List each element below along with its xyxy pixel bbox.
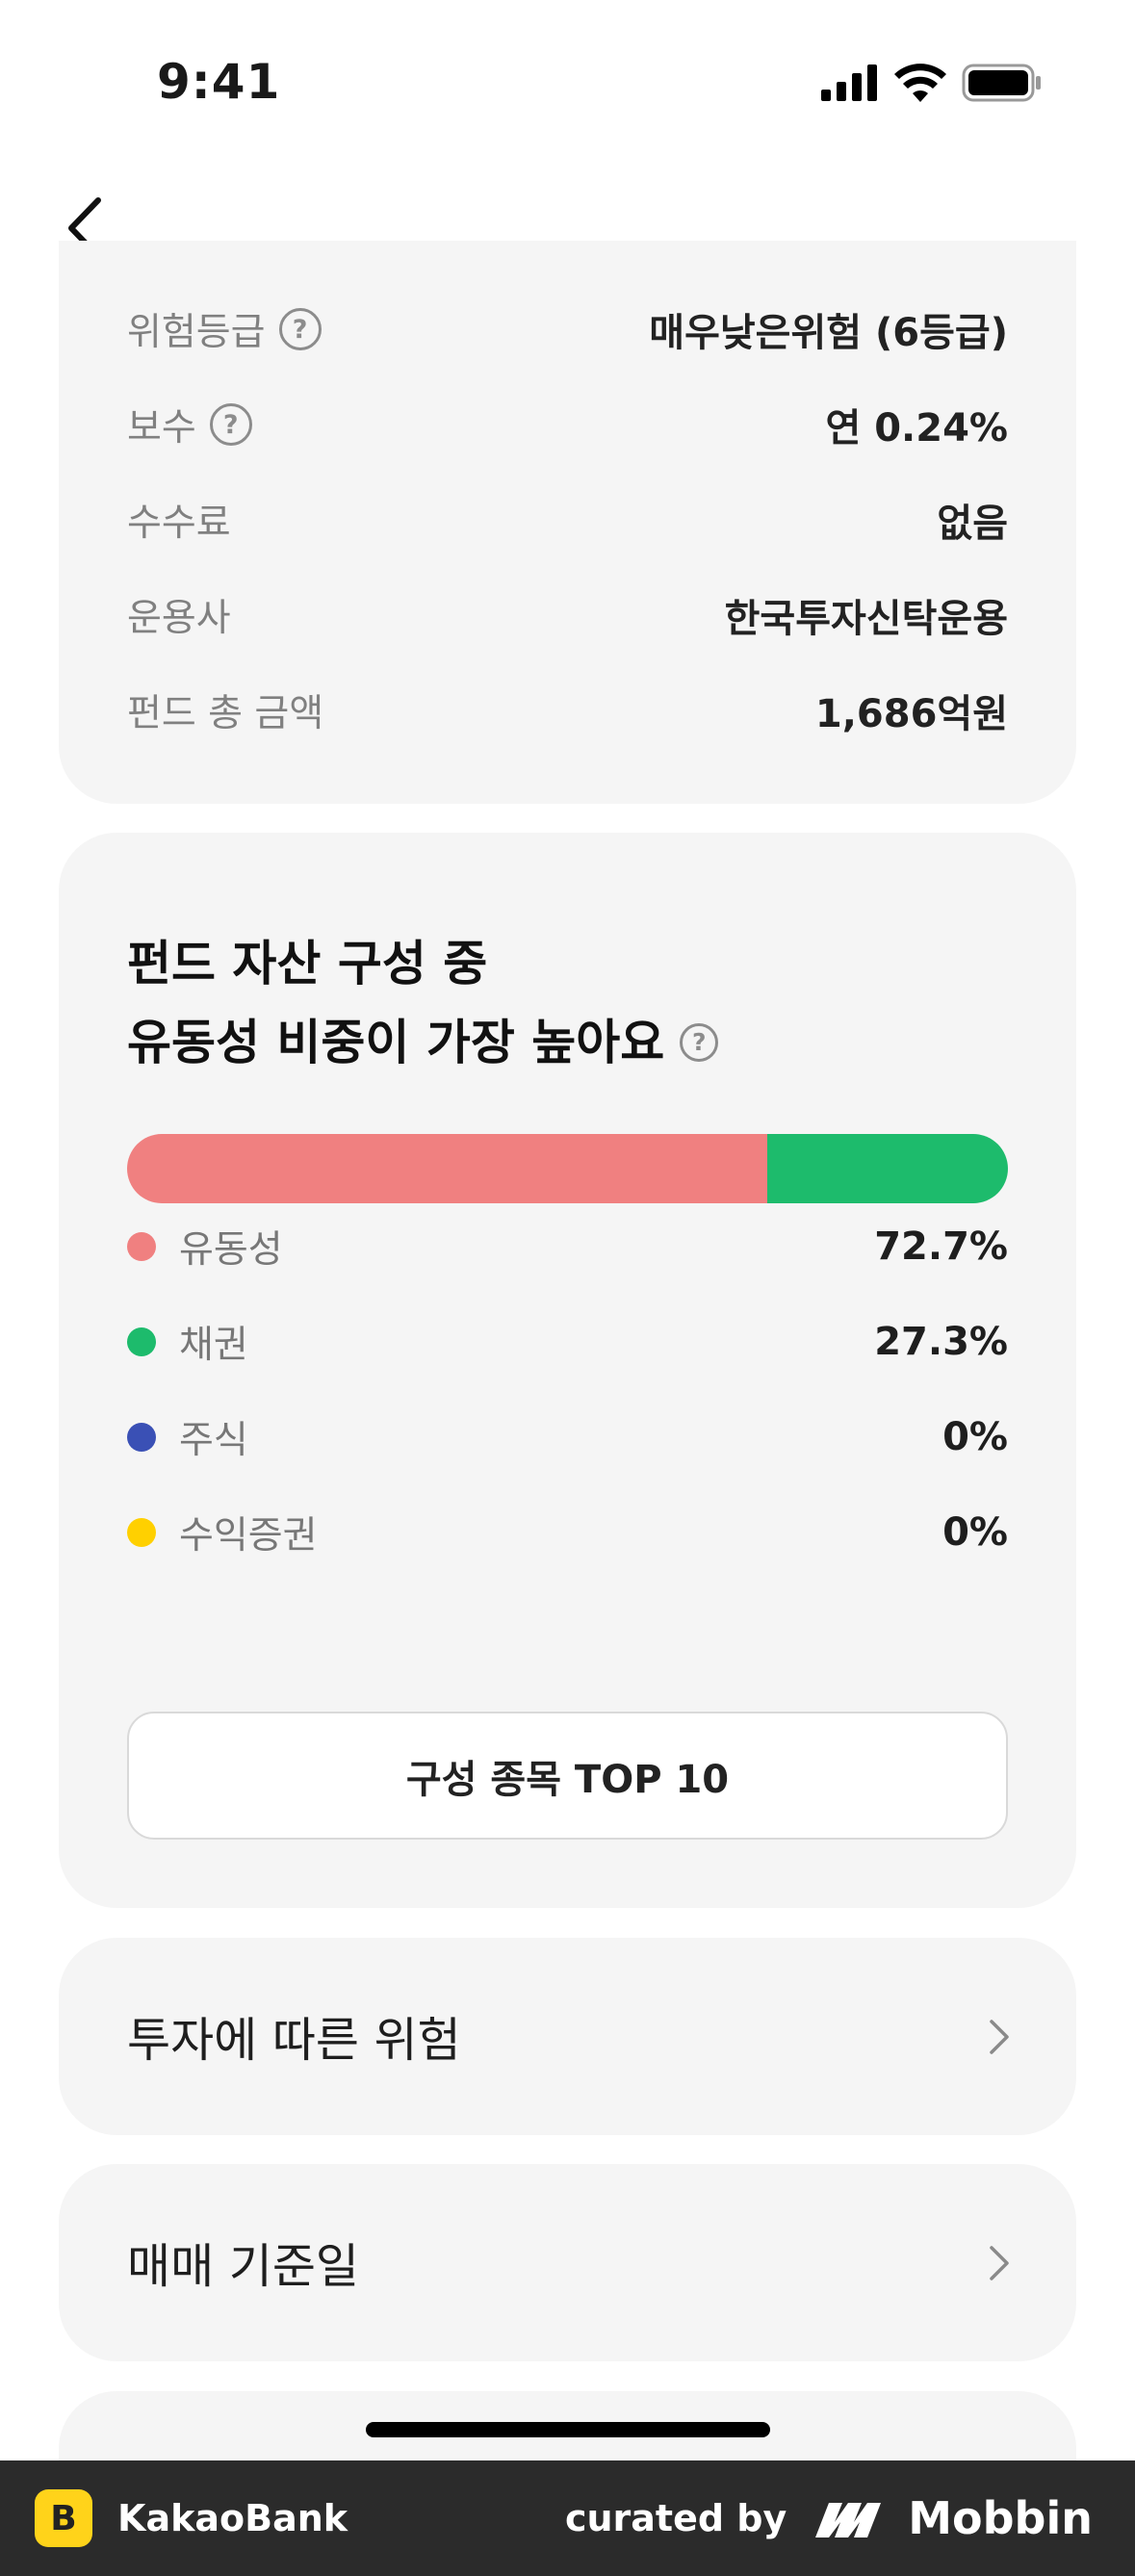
chevron-right-icon: [990, 2019, 1009, 2054]
legend-row-bond: 채권 27.3%: [127, 1313, 1008, 1371]
battery-icon: [962, 64, 1041, 102]
status-time: 9:41: [157, 54, 281, 110]
info-value: 1,686억원: [814, 692, 1008, 736]
info-value: 한국투자신탁운용: [724, 597, 1008, 641]
legend-dot: [127, 1423, 156, 1452]
fund-info-card: 위험등급 ? 매우낮은위험 (6등급) 보수 ? 연 0.24% 수수료 없음 …: [59, 241, 1076, 804]
asset-composition-title: 펀드 자산 구성 중 유동성 비중이 가장 높아요 ?: [127, 924, 719, 1082]
wifi-icon: [894, 64, 946, 102]
info-value: 없음: [937, 502, 1008, 546]
info-row-manager: 운용사 한국투자신탁운용: [127, 586, 1008, 644]
bar-segment-1: [767, 1134, 1008, 1203]
curated-by-label: curated by: [564, 2497, 787, 2539]
legend-row-liquidity: 유동성 72.7%: [127, 1218, 1008, 1275]
title-line-1: 펀드 자산 구성 중: [127, 936, 488, 992]
home-indicator: [366, 2422, 770, 2437]
legend-dot: [127, 1232, 156, 1261]
info-value: 연 0.24%: [825, 406, 1009, 451]
investment-risk-link[interactable]: 투자에 따른 위험: [59, 1938, 1076, 2135]
cellular-signal-icon: [821, 64, 877, 101]
info-label: 펀드 총 금액: [127, 692, 324, 735]
info-row-fee: 보수 ? 연 0.24%: [127, 396, 1008, 453]
help-icon[interactable]: ?: [278, 308, 322, 350]
legend-row-stock: 주식 0%: [127, 1408, 1008, 1466]
info-label: 위험등급: [127, 311, 266, 354]
legend-dot: [127, 1518, 156, 1547]
link-label: 매매 기준일: [127, 2239, 359, 2294]
legend-label: 수익증권: [179, 1514, 318, 1558]
legend-dot: [127, 1327, 156, 1356]
footer-bar: B KakaoBank curated by Mobbin: [0, 2460, 1135, 2576]
legend-value: 0%: [942, 1415, 1008, 1459]
legend-value: 72.7%: [874, 1224, 1008, 1269]
mobbin-logo-icon: [815, 2503, 882, 2537]
info-row-total-amount: 펀드 총 금액 1,686억원: [127, 682, 1008, 739]
link-label: 투자에 따른 위험: [127, 2013, 461, 2068]
chevron-right-icon: [990, 2245, 1009, 2280]
legend-label: 채권: [179, 1324, 248, 1367]
help-icon[interactable]: ?: [209, 403, 252, 446]
info-label: 수수료: [127, 502, 231, 545]
info-row-commission: 수수료 없음: [127, 491, 1008, 549]
title-line-2: 유동성 비중이 가장 높아요: [127, 1015, 665, 1070]
asset-composition-bar: [127, 1134, 1008, 1203]
info-value: 매우낮은위험 (6등급): [649, 311, 1008, 355]
legend-label: 주식: [179, 1419, 248, 1462]
mobbin-brand: Mobbin: [815, 2492, 1093, 2544]
mobbin-name: Mobbin: [908, 2492, 1093, 2544]
legend-row-securities: 수익증권 0%: [127, 1504, 1008, 1561]
status-icons: [821, 64, 1041, 102]
status-bar: 9:41: [0, 0, 1135, 168]
legend-label: 유동성: [179, 1228, 283, 1272]
help-icon[interactable]: ?: [680, 1023, 719, 1062]
trade-date-link[interactable]: 매매 기준일: [59, 2164, 1076, 2361]
kakaobank-logo-icon: B: [35, 2489, 92, 2547]
legend-value: 27.3%: [874, 1320, 1008, 1364]
bar-segment-0: [127, 1134, 768, 1203]
asset-composition-card: 펀드 자산 구성 중 유동성 비중이 가장 높아요 ? 유동성 72.7% 채권…: [59, 833, 1076, 1908]
info-row-risk-grade: 위험등급 ? 매우낮은위험 (6등급): [127, 300, 1008, 358]
info-label: 보수: [127, 406, 196, 450]
app-name: KakaoBank: [117, 2497, 348, 2539]
legend-value: 0%: [942, 1510, 1008, 1555]
top10-holdings-button[interactable]: 구성 종목 TOP 10: [127, 1712, 1008, 1840]
info-label: 운용사: [127, 597, 231, 640]
